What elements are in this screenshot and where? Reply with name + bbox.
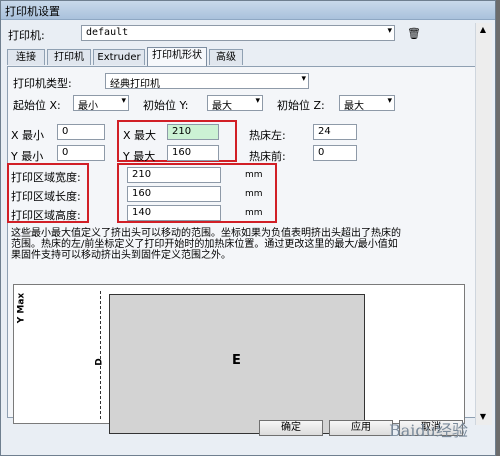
y-min-label: Y 最小 [11, 150, 44, 163]
tab-printer-shape[interactable]: 打印机形状 [147, 47, 207, 67]
print-bed-area: E [109, 294, 365, 434]
y-max-input[interactable]: 160 [167, 145, 219, 161]
apply-button[interactable]: 应用 [329, 420, 393, 436]
area-height-unit: mm [245, 208, 263, 218]
e-label: E [232, 353, 241, 368]
y-max-label: Y 最大 [123, 150, 156, 163]
printer-select-value: default [86, 27, 129, 38]
start-x-label: 起始位 X: [13, 99, 61, 112]
tab-printer[interactable]: 打印机 [47, 49, 91, 65]
start-y-label: 初始位 Y: [143, 99, 189, 112]
area-width-unit: mm [245, 170, 263, 180]
bed-left-input[interactable]: 24 [313, 124, 357, 140]
scroll-down-icon[interactable]: ▼ [477, 411, 489, 423]
printer-type-label: 打印机类型: [13, 77, 72, 90]
x-max-label: X 最大 [123, 129, 157, 142]
chevron-down-icon: ▾ [387, 26, 392, 36]
d-label: D [94, 358, 105, 366]
bed-front-input[interactable]: 0 [313, 145, 357, 161]
chevron-down-icon: ▾ [387, 96, 392, 106]
start-x-select[interactable]: 最小 ▾ [73, 95, 129, 112]
tab-advanced[interactable]: 高级 [209, 49, 243, 65]
printer-settings-window: 打印机设置 打印机: default ▾ 🗑 连接 打印机 Extruder 打… [0, 0, 496, 456]
start-y-select[interactable]: 最大 ▾ [207, 95, 263, 112]
start-z-select[interactable]: 最大 ▾ [339, 95, 395, 112]
start-z-label: 初始位 Z: [277, 99, 325, 112]
printer-label: 打印机: [8, 29, 45, 42]
tab-connection[interactable]: 连接 [7, 49, 45, 65]
title-bar: 打印机设置 [1, 1, 495, 20]
ok-button[interactable]: 确定 [259, 420, 323, 436]
y-max-axis-label: Y Max [16, 292, 27, 324]
area-length-input[interactable]: 160 [127, 186, 221, 202]
tab-extruder[interactable]: Extruder [93, 49, 145, 65]
chevron-down-icon: ▾ [255, 96, 260, 106]
bed-left-label: 热床左: [249, 129, 286, 142]
printer-select[interactable]: default ▾ [81, 25, 395, 41]
printer-shape-preview: Y Max D E [13, 284, 465, 434]
x-min-input[interactable]: 0 [57, 124, 105, 140]
delete-icon[interactable]: 🗑 [407, 27, 421, 40]
start-y-value: 最大 [212, 101, 232, 112]
area-height-label: 打印区域高度: [11, 209, 81, 222]
x-min-label: X 最小 [11, 129, 45, 142]
y-min-input[interactable]: 0 [57, 145, 105, 161]
window-title: 打印机设置 [5, 5, 60, 18]
start-z-value: 最大 [344, 101, 364, 112]
y-axis-line [100, 291, 102, 419]
start-x-value: 最小 [78, 101, 98, 112]
printer-type-value: 经典打印机 [110, 79, 160, 90]
printer-type-select[interactable]: 经典打印机 ▾ [105, 73, 309, 90]
bed-front-label: 热床前: [249, 150, 286, 163]
area-height-input[interactable]: 140 [127, 205, 221, 221]
area-width-label: 打印区域宽度: [11, 171, 81, 184]
vertical-scrollbar[interactable]: ▲ ▼ [475, 23, 492, 425]
x-max-input[interactable]: 210 [167, 124, 219, 140]
chevron-down-icon: ▾ [121, 96, 126, 106]
description-text: 这些最小最大值定义了挤出头可以移动的范围。坐标如果为负值表明挤出头超出了热床的范… [11, 228, 401, 261]
scroll-up-icon[interactable]: ▲ [477, 24, 489, 36]
area-length-label: 打印区域长度: [11, 190, 81, 203]
baidu-watermark: Baidu经验 [389, 421, 468, 440]
chevron-down-icon: ▾ [301, 74, 306, 84]
area-width-input[interactable]: 210 [127, 167, 221, 183]
area-length-unit: mm [245, 189, 263, 199]
